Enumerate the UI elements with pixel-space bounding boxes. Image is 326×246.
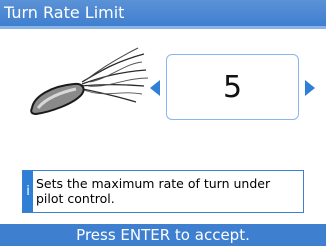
decrease-arrow-button[interactable] — [150, 80, 160, 96]
page-title-bar: Turn Rate Limit — [0, 0, 326, 29]
screen: Turn Rate Limit 5 i Sets the maximum rat… — [0, 0, 326, 246]
turn-rate-value-text: 5 — [222, 69, 243, 105]
page-title: Turn Rate Limit — [4, 3, 125, 22]
status-bar: Press ENTER to accept. — [0, 224, 326, 246]
info-icon-glyph: i — [26, 184, 30, 199]
boat-wake-icon — [30, 47, 149, 116]
increase-arrow-button[interactable] — [305, 80, 315, 96]
turn-rate-value[interactable]: 5 — [166, 54, 299, 120]
status-prompt: Press ENTER to accept. — [76, 226, 250, 244]
info-icon: i — [23, 171, 33, 212]
info-panel: i Sets the maximum rate of turn under pi… — [22, 170, 304, 213]
info-text: Sets the maximum rate of turn under pilo… — [36, 176, 271, 206]
